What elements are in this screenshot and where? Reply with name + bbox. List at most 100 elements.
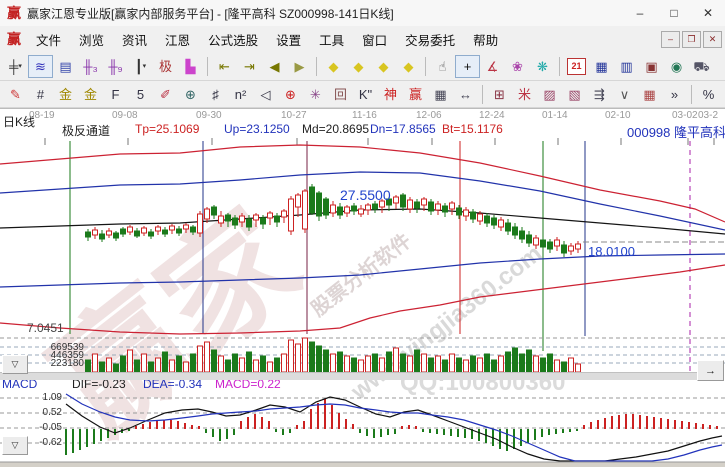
- fan-box-1-icon[interactable]: ▨: [537, 83, 562, 106]
- red-grid-icon[interactable]: ▦: [637, 83, 662, 106]
- chart-3-icon[interactable]: ╫₃: [78, 55, 103, 78]
- horizontal-scrollbar-track[interactable]: [0, 372, 697, 380]
- diamond-hmove-icon[interactable]: ◆: [371, 55, 396, 78]
- menu-item-7[interactable]: 窗口: [353, 30, 396, 49]
- window-minimize-button[interactable]: –: [623, 1, 657, 25]
- chart-9-icon[interactable]: ╫₉: [103, 55, 128, 78]
- menu-items: 文件浏览资讯江恩公式选股设置工具窗口交易委托帮助: [27, 30, 507, 49]
- percent-icon[interactable]: %: [696, 83, 721, 106]
- arrow-fan-icon[interactable]: ⇶: [587, 83, 612, 106]
- window-close-button[interactable]: ✕: [691, 1, 725, 25]
- dropdown-arrow-icon: ▾: [18, 63, 22, 70]
- menu-item-3[interactable]: 江恩: [156, 30, 199, 49]
- volume-collapse-button[interactable]: ▽: [2, 355, 28, 374]
- menu-item-0[interactable]: 文件: [27, 30, 70, 49]
- hand-tool-icon[interactable]: ☝: [430, 55, 455, 78]
- flower-tool-icon[interactable]: ❀: [505, 55, 530, 78]
- child-restore-button[interactable]: ❐: [682, 31, 701, 48]
- wave-tool-icon[interactable]: ≋: [28, 55, 53, 78]
- target-circle-icon[interactable]: ⊕: [278, 83, 303, 106]
- date-tick-label: 09-08: [112, 110, 138, 121]
- hash-icon[interactable]: ♯: [203, 83, 228, 106]
- diamond-cross-icon[interactable]: ◆: [396, 55, 421, 78]
- child-minimize-button[interactable]: –: [661, 31, 680, 48]
- brain-tool-icon[interactable]: ❋: [530, 55, 555, 78]
- grid-ruler-icon[interactable]: #: [28, 83, 53, 106]
- toolbar-main: ╪▾≋▤╫₃╫₉┃▾极▙⇤⇥◀▶◆◆◆◆☝+∡❀❋21▦▥▣◉⛟: [0, 52, 725, 81]
- menu-item-4[interactable]: 公式选股: [199, 30, 267, 49]
- macd-scale-label: 1.09: [26, 392, 62, 403]
- dropdown-arrow-icon: ▾: [143, 63, 147, 70]
- diamond-right-icon[interactable]: ◆: [346, 55, 371, 78]
- save-icon[interactable]: ▣: [639, 55, 664, 78]
- chart-canvas[interactable]: [0, 109, 725, 463]
- note-list-icon[interactable]: ▤: [53, 55, 78, 78]
- f-grid-icon[interactable]: F: [103, 83, 128, 106]
- date-tick-label: 02-10: [605, 110, 631, 121]
- first-page-icon[interactable]: ⇤: [212, 55, 237, 78]
- angle-tool-icon[interactable]: ∡: [480, 55, 505, 78]
- menu-item-1[interactable]: 浏览: [70, 30, 113, 49]
- dense-grid-icon[interactable]: ▦: [428, 83, 453, 106]
- date-tick-label: 09-30: [196, 110, 222, 121]
- next-icon[interactable]: ▶: [287, 55, 312, 78]
- gold-grid-1-icon[interactable]: 金: [53, 83, 78, 106]
- crosshair-tool-icon[interactable]: +: [455, 55, 480, 78]
- gann-fan-icon[interactable]: 米: [512, 83, 537, 106]
- more-2-icon[interactable]: »: [721, 83, 725, 106]
- macd-collapse-button[interactable]: ▽: [2, 436, 28, 455]
- period-day-icon[interactable]: ╪▾: [3, 55, 28, 78]
- pen-chart-icon[interactable]: ✐: [153, 83, 178, 106]
- ying-icon[interactable]: 赢: [403, 83, 428, 106]
- jiangen-tool-icon[interactable]: 极: [153, 55, 178, 78]
- fan-box-2-icon[interactable]: ▧: [562, 83, 587, 106]
- menu-item-5[interactable]: 设置: [267, 30, 310, 49]
- trade-truck-icon[interactable]: ⛟: [689, 55, 714, 78]
- date-tick-label: 08-19: [29, 110, 55, 121]
- arrows-h-icon[interactable]: ↔: [453, 83, 478, 106]
- k-quote-icon[interactable]: K": [353, 83, 378, 106]
- menu-bar: 赢 文件浏览资讯江恩公式选股设置工具窗口交易委托帮助 –❐✕: [0, 26, 725, 53]
- window-maximize-button[interactable]: □: [657, 1, 691, 25]
- last-page-icon[interactable]: ⇥: [237, 55, 262, 78]
- child-close-button[interactable]: ✕: [703, 31, 722, 48]
- scroll-right-button[interactable]: →: [697, 360, 724, 381]
- color-bars-icon[interactable]: ▙: [178, 55, 203, 78]
- calendar-icon[interactable]: 21: [567, 58, 586, 75]
- price-last-label: 18.0100: [588, 244, 635, 259]
- diamond-left-icon[interactable]: ◆: [321, 55, 346, 78]
- more-1-icon[interactable]: »: [662, 83, 687, 106]
- child-window-controls: –❐✕: [659, 31, 722, 48]
- n2-icon[interactable]: n²: [228, 83, 253, 106]
- calculator-icon[interactable]: ▦: [589, 55, 614, 78]
- toolbar-separator: [425, 57, 426, 76]
- macd-scale-label: -0.05: [26, 422, 62, 433]
- pen-icon[interactable]: ✎: [3, 83, 28, 106]
- network-icon[interactable]: ◉: [664, 55, 689, 78]
- window-grid-icon[interactable]: ⊞: [487, 83, 512, 106]
- compass-icon[interactable]: ⊕: [178, 83, 203, 106]
- macd-scale-label: -0.62: [26, 437, 62, 448]
- angle-a-icon[interactable]: ◁: [253, 83, 278, 106]
- date-tick-label: 12-06: [416, 110, 442, 121]
- date-tick-label: 01-14: [542, 110, 568, 121]
- five-grid-icon[interactable]: 5: [128, 83, 153, 106]
- chart-area[interactable]: 赢家 股票分析软件 www.yingjia360.com QQ:10080036…: [0, 108, 725, 463]
- prev-icon[interactable]: ◀: [262, 55, 287, 78]
- candle-style-icon[interactable]: ┃▾: [128, 55, 153, 78]
- gold-grid-2-icon[interactable]: 金: [78, 83, 103, 106]
- indicator-label: Md=20.8695: [302, 122, 369, 136]
- v-lines-icon[interactable]: ∨: [612, 83, 637, 106]
- app-window: 赢 赢家江恩专业版[赢家内部服务平台] - [隆平高科 SZ000998-141…: [0, 0, 725, 467]
- menu-item-6[interactable]: 工具: [310, 30, 353, 49]
- star-circle-icon[interactable]: ✳: [303, 83, 328, 106]
- menu-item-2[interactable]: 资讯: [113, 30, 156, 49]
- notepad-icon[interactable]: ▥: [614, 55, 639, 78]
- menu-item-8[interactable]: 交易委托: [396, 30, 464, 49]
- menu-item-9[interactable]: 帮助: [464, 30, 507, 49]
- stock-code-label: 000998 隆平高科: [627, 122, 725, 141]
- menu-logo-icon: 赢: [7, 29, 21, 49]
- target-square-icon[interactable]: 回: [328, 83, 353, 106]
- toolbar-separator: [691, 85, 692, 104]
- shen-icon[interactable]: 神: [378, 83, 403, 106]
